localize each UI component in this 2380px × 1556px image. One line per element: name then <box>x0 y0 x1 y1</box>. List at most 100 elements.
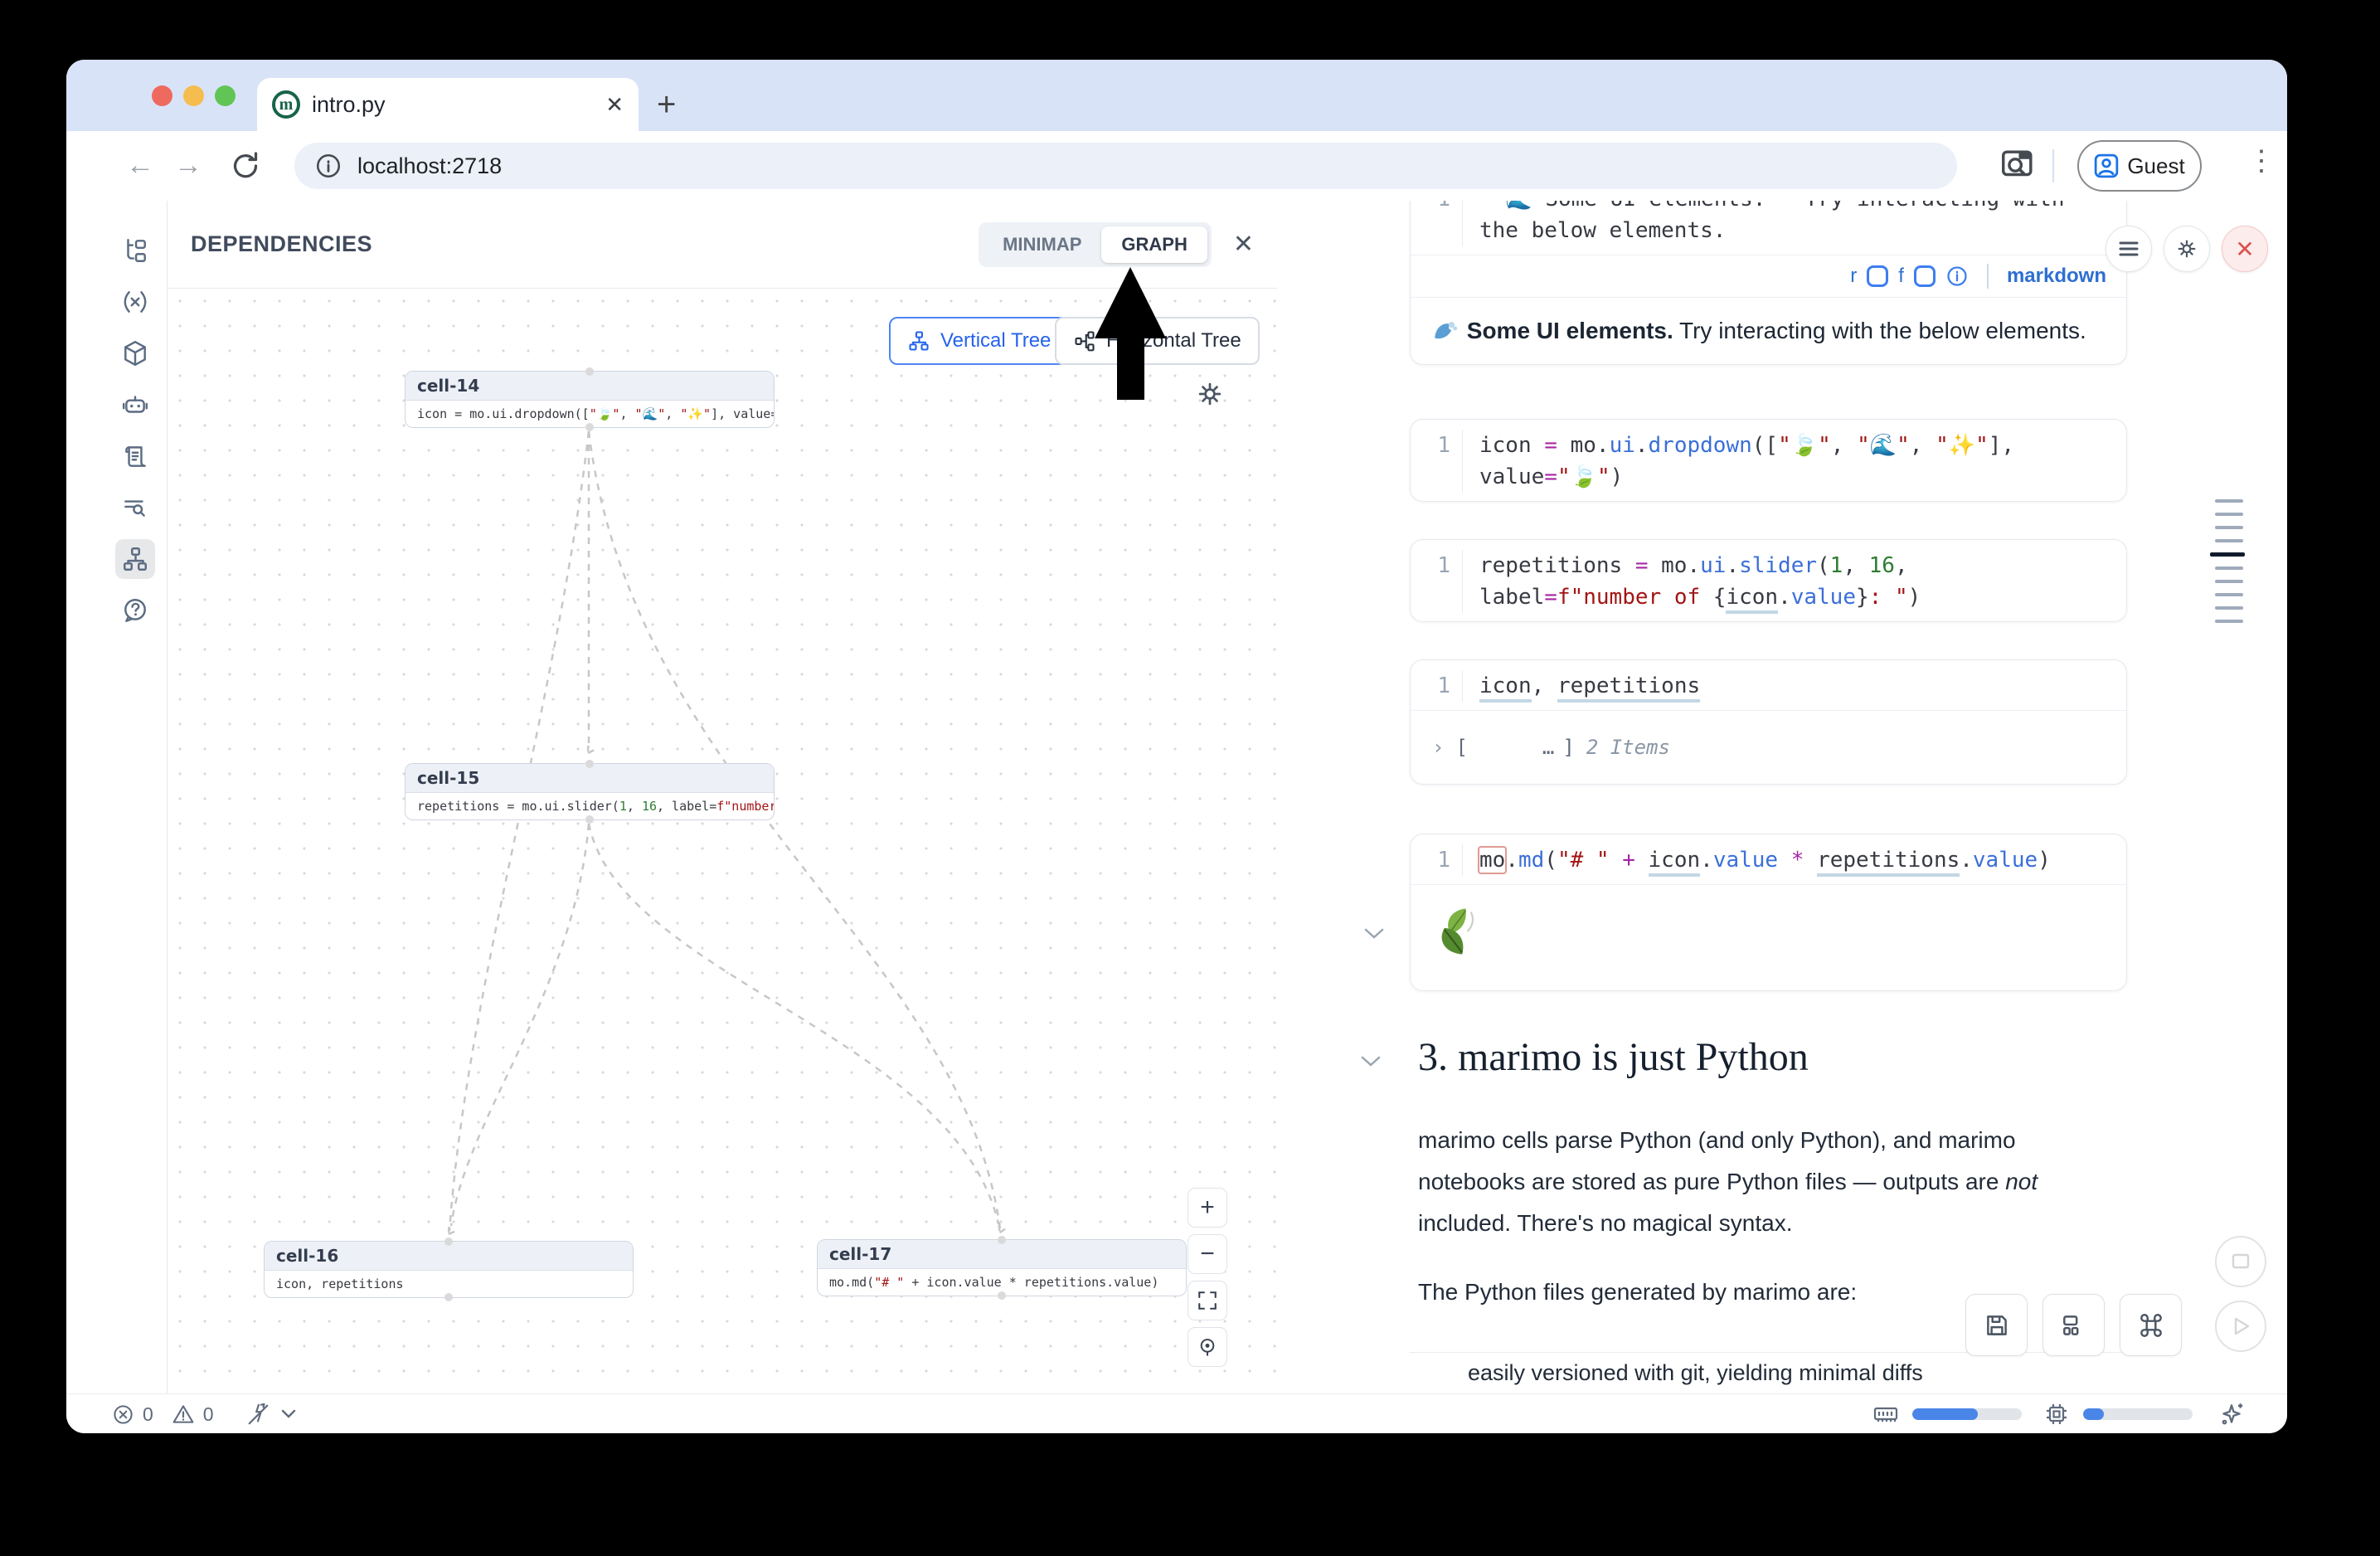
memory-icon[interactable] <box>1872 1401 1899 1427</box>
cell-config-row: r f markdown <box>1411 255 2126 297</box>
node-port <box>444 1293 453 1301</box>
wave-emoji <box>1432 318 1460 342</box>
clipped-list-item: easily versioned with git, yielding mini… <box>1468 1360 2048 1393</box>
notebook-menu-button[interactable] <box>2106 226 2152 272</box>
profile-label: Guest <box>2127 153 2184 179</box>
new-tab-button[interactable]: + <box>657 81 676 128</box>
graph-node-cell-14[interactable]: cell-14 icon = mo.ui.dropdown(["🍃", "🌊",… <box>405 371 775 428</box>
tab-close-icon[interactable]: ✕ <box>605 92 624 118</box>
sidebar-item-dependencies[interactable] <box>115 539 155 579</box>
cell-code[interactable]: mo.md("# " + icon.value * repetitions.va… <box>1479 844 2051 876</box>
sidebar-item-variables[interactable] <box>115 282 155 322</box>
shutdown-button[interactable]: ✕ <box>2222 226 2268 272</box>
graph-canvas[interactable]: Vertical Tree Horizontal Tree <box>168 289 1277 1393</box>
chevron-down-icon[interactable] <box>280 1408 297 1420</box>
url-text: localhost:2718 <box>357 153 502 179</box>
collapse-output-chevron[interactable] <box>1363 927 1385 941</box>
stop-button[interactable] <box>2215 1236 2266 1287</box>
warnings-icon[interactable] <box>172 1403 195 1426</box>
line-number: 1 <box>1411 844 1450 876</box>
gear-icon <box>2174 236 2199 261</box>
config-f-checkbox[interactable] <box>1914 265 1936 287</box>
save-icon <box>1983 1311 2011 1340</box>
search-tabs-icon[interactable] <box>1999 146 2037 184</box>
hamburger-icon <box>2118 240 2140 258</box>
cell-dropdown[interactable]: 1 icon = mo.ui.dropdown(["🍃", "🌊", "✨"],… <box>1410 419 2127 502</box>
site-info-icon[interactable] <box>314 152 342 180</box>
section-heading: 3. marimo is just Python <box>1418 1034 1809 1080</box>
cell-markdown-intro[interactable]: 1 **🌊 Some UI elements.** Try interactin… <box>1410 201 2127 365</box>
cell-language-label[interactable]: markdown <box>2007 265 2106 288</box>
browser-tab[interactable]: m intro.py ✕ <box>257 78 639 131</box>
collapse-section-chevron[interactable] <box>1360 1055 1382 1068</box>
reload-icon[interactable] <box>229 149 262 182</box>
cell-minimap[interactable] <box>2210 499 2246 633</box>
maximize-window-button[interactable] <box>215 85 236 106</box>
sidebar-item-packages[interactable] <box>115 333 155 373</box>
collapsed-output[interactable]: › [ … ] 2 Items <box>1411 711 2126 784</box>
forward-icon[interactable]: → <box>174 149 202 182</box>
shortcuts-button[interactable] <box>2120 1294 2182 1356</box>
stop-icon <box>2230 1251 2251 1272</box>
browser-toolbar: ← → localhost:2718 Guest <box>66 131 2287 202</box>
vertical-tree-label: Vertical Tree <box>940 329 1051 353</box>
close-window-button[interactable] <box>152 85 172 106</box>
errors-icon[interactable] <box>112 1403 134 1426</box>
cell-slider[interactable]: 1 repetitions = mo.ui.slider(1, 16, labe… <box>1410 539 2127 622</box>
config-f-label: f <box>1898 265 1904 288</box>
notebook-settings-button[interactable] <box>2164 226 2210 272</box>
variables-icon <box>121 288 149 316</box>
profile-button[interactable]: Guest <box>2077 140 2202 192</box>
cell-code[interactable]: repetitions = mo.ui.slider(1, 16, label=… <box>1479 550 2093 613</box>
panel-title: DEPENDENCIES <box>191 231 372 257</box>
graph-node-cell-16[interactable]: cell-16 icon, repetitions <box>264 1241 634 1298</box>
graph-node-cell-15[interactable]: cell-15 repetitions = mo.ui.slider(1, 16… <box>405 763 775 820</box>
browser-menu-icon[interactable]: ⋮ <box>2247 144 2276 177</box>
horizontal-tree-button[interactable]: Horizontal Tree <box>1055 317 1260 365</box>
sidebar-item-file-explorer[interactable] <box>115 231 155 270</box>
fullscreen-icon <box>1197 1290 1218 1311</box>
center-view-button[interactable] <box>1188 1327 1227 1367</box>
cell-code[interactable]: icon = mo.ui.dropdown(["🍃", "🌊", "✨"], v… <box>1479 430 2093 493</box>
fit-view-button[interactable] <box>1188 1281 1227 1320</box>
close-panel-icon[interactable]: ✕ <box>1233 230 1254 259</box>
expander-icon[interactable]: › <box>1432 736 1444 759</box>
back-icon[interactable]: ← <box>126 149 154 182</box>
zoom-in-button[interactable]: + <box>1188 1188 1227 1228</box>
sidebar-item-ai-chat[interactable] <box>115 385 155 425</box>
sidebar-item-logs[interactable] <box>115 488 155 528</box>
status-bar: 0 0 <box>66 1393 2287 1433</box>
info-icon[interactable] <box>1945 265 1969 288</box>
paragraph-text: marimo cells parse Python (and only Pyth… <box>1418 1127 2016 1194</box>
marimo-logo-icon: m <box>272 90 300 119</box>
autorun-off-icon[interactable] <box>245 1402 270 1427</box>
markdown-output: Some UI elements. Try interacting with t… <box>1411 298 2126 364</box>
tab-minimap[interactable]: MINIMAP <box>983 226 1101 263</box>
minimize-window-button[interactable] <box>183 85 204 106</box>
sidebar-item-snippets[interactable] <box>115 436 155 476</box>
graph-settings-icon[interactable] <box>1194 378 1226 410</box>
scroll-icon <box>121 442 149 470</box>
url-bar[interactable]: localhost:2718 <box>294 143 1957 189</box>
leaf-output <box>1411 885 2126 990</box>
graph-node-cell-17[interactable]: cell-17 mo.md("# " + icon.value * repeti… <box>817 1239 1187 1296</box>
output-bold-text: Some UI elements. <box>1467 318 1673 343</box>
warnings-count: 0 <box>203 1403 214 1426</box>
run-button[interactable] <box>2215 1301 2266 1352</box>
sidebar-item-help[interactable] <box>115 591 155 630</box>
code-editor[interactable]: 1 **🌊 Some UI elements.** Try interactin… <box>1411 201 2126 255</box>
cell-tuple[interactable]: 1 icon, repetitions › [ … ] 2 Items <box>1410 659 2127 785</box>
ai-sparkle-icon[interactable] <box>2217 1400 2246 1428</box>
section-paragraph-2: The Python files generated by marimo are… <box>1418 1279 1857 1306</box>
config-r-checkbox[interactable] <box>1867 265 1888 287</box>
cpu-icon[interactable] <box>2043 1401 2070 1427</box>
cell-md-expression[interactable]: 1 mo.md("# " + icon.value * repetitions.… <box>1410 834 2127 991</box>
zoom-out-button[interactable]: − <box>1188 1234 1227 1274</box>
cell-code[interactable]: icon, repetitions <box>1479 670 1700 702</box>
dependency-edges <box>168 289 1277 1393</box>
tab-graph[interactable]: GRAPH <box>1101 226 1207 263</box>
layout-button[interactable] <box>2042 1294 2105 1356</box>
save-button[interactable] <box>1965 1294 2028 1356</box>
vertical-tree-button[interactable]: Vertical Tree <box>889 317 1069 365</box>
dependencies-panel: DEPENDENCIES MINIMAP GRAPH ✕ <box>168 201 1278 1393</box>
